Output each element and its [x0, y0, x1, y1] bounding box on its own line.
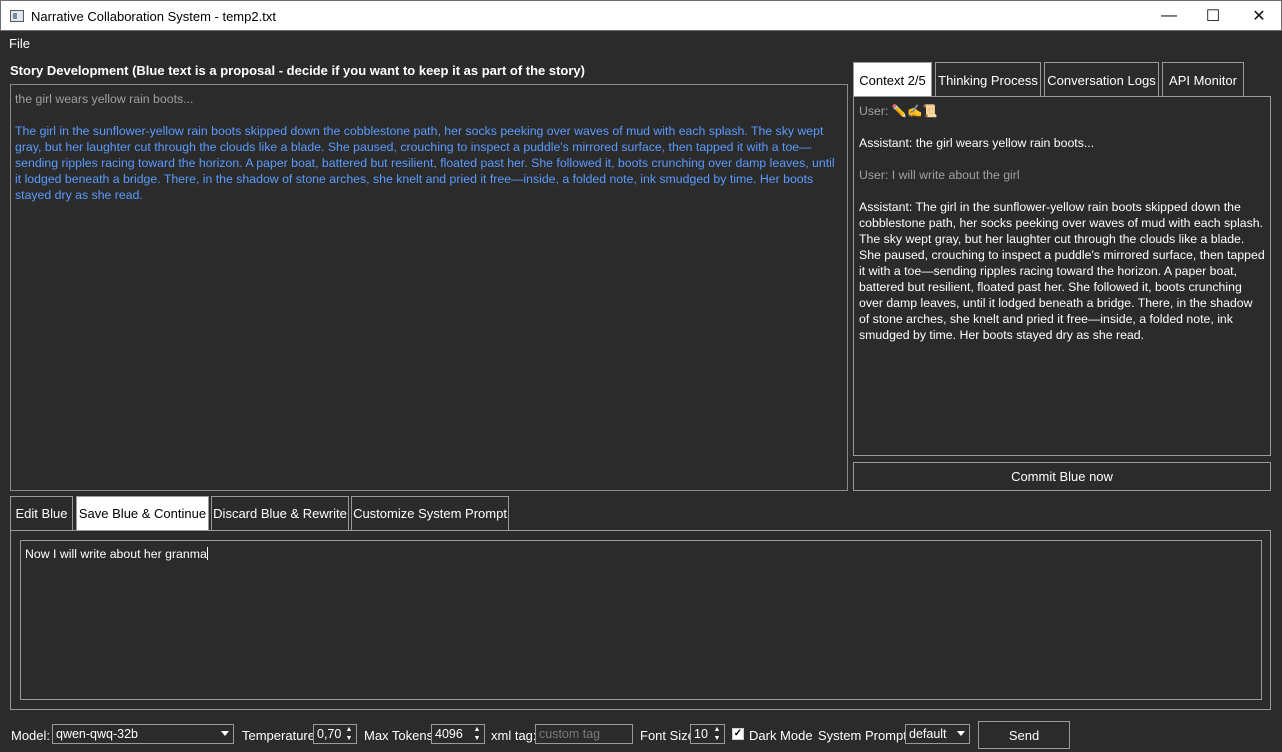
close-icon: ✕ [1252, 8, 1266, 25]
bottom-control-bar: Model: qwen-qwq-32b Temperature: 0,70 ▲ … [0, 718, 1282, 752]
dark-mode-checkbox[interactable]: ✓ [732, 728, 744, 740]
maximize-button[interactable]: ☐ [1190, 1, 1236, 31]
max-tokens-label: Max Tokens: [364, 728, 437, 743]
xml-tag-label: xml tag: [491, 728, 537, 743]
tab-thinking-process[interactable]: Thinking Process [935, 62, 1041, 97]
tab-logs-label: Conversation Logs [1047, 72, 1156, 88]
tab-api-label: API Monitor [1169, 72, 1237, 88]
close-button[interactable]: ✕ [1236, 1, 1282, 31]
minimize-icon: — [1161, 7, 1177, 24]
tab-thinking-label: Thinking Process [938, 72, 1038, 88]
menu-bar: File [0, 31, 1282, 55]
tab-conversation-logs[interactable]: Conversation Logs [1044, 62, 1159, 97]
context-message-assistant: Assistant: the girl wears yellow rain bo… [859, 136, 1095, 150]
save-continue-button[interactable]: Save Blue & Continue [76, 496, 209, 531]
edit-blue-button[interactable]: Edit Blue [10, 496, 73, 531]
spin-up-icon[interactable]: ▲ [343, 725, 355, 734]
xml-tag-input[interactable] [535, 724, 633, 744]
proposal-story-text: The girl in the sunflower-yellow rain bo… [15, 124, 835, 202]
minimize-button[interactable]: — [1146, 1, 1192, 31]
tab-context-label: Context 2/5 [859, 72, 926, 88]
menu-file[interactable]: File [9, 36, 30, 51]
chevron-down-icon [957, 731, 965, 736]
spin-up-icon[interactable]: ▲ [471, 725, 483, 734]
user-input-text: Now I will write about her granma [25, 547, 207, 561]
spin-down-icon[interactable]: ▼ [711, 734, 723, 743]
tab-api-monitor[interactable]: API Monitor [1162, 62, 1244, 97]
story-editor[interactable]: the girl wears yellow rain boots... The … [10, 84, 848, 491]
system-prompt-select[interactable]: default [905, 724, 970, 744]
discard-rewrite-button[interactable]: Discard Blue & Rewrite [211, 496, 349, 531]
user-input-field[interactable]: Now I will write about her granma [20, 540, 1262, 700]
font-size-value: 10 [694, 727, 708, 741]
context-panel[interactable]: User: ✏️✍️📜 Assistant: the girl wears ye… [853, 96, 1271, 456]
system-prompt-value: default [909, 727, 947, 741]
max-tokens-value: 4096 [435, 727, 463, 741]
accepted-story-text: the girl wears yellow rain boots... [15, 92, 194, 106]
checkmark-icon: ✓ [733, 728, 743, 739]
window-title: Narrative Collaboration System - temp2.t… [31, 9, 276, 24]
max-tokens-spinbox[interactable]: 4096 ▲ ▼ [431, 724, 485, 744]
context-message-assistant: Assistant: The girl in the sunflower-yel… [859, 200, 1265, 342]
temperature-label: Temperature: [242, 728, 319, 743]
spin-up-icon[interactable]: ▲ [711, 725, 723, 734]
temperature-value: 0,70 [317, 727, 342, 741]
font-size-spinbox[interactable]: 10 ▲ ▼ [690, 724, 725, 744]
model-value: qwen-qwq-32b [56, 727, 138, 741]
chevron-down-icon [221, 731, 229, 736]
context-message-user: User: ✏️✍️📜 [859, 104, 938, 118]
spin-down-icon[interactable]: ▼ [471, 734, 483, 743]
text-cursor [206, 547, 208, 560]
spin-down-icon[interactable]: ▼ [343, 734, 355, 743]
tab-context[interactable]: Context 2/5 [853, 62, 932, 97]
customize-system-prompt-button[interactable]: Customize System Prompt [351, 496, 509, 531]
temperature-spinbox[interactable]: 0,70 ▲ ▼ [313, 724, 357, 744]
context-message-user: User: I will write about the girl [859, 168, 1020, 182]
dark-mode-label[interactable]: Dark Mode [749, 728, 813, 743]
model-select[interactable]: qwen-qwq-32b [52, 724, 234, 744]
title-bar: Narrative Collaboration System - temp2.t… [0, 0, 1282, 31]
maximize-icon: ☐ [1205, 8, 1221, 25]
commit-blue-button[interactable]: Commit Blue now [853, 462, 1271, 491]
app-icon [10, 10, 24, 22]
system-prompt-label: System Prompt: [818, 728, 911, 743]
model-label: Model: [11, 728, 51, 743]
story-heading: Story Development (Blue text is a propos… [10, 63, 585, 78]
send-button[interactable]: Send [978, 721, 1070, 749]
